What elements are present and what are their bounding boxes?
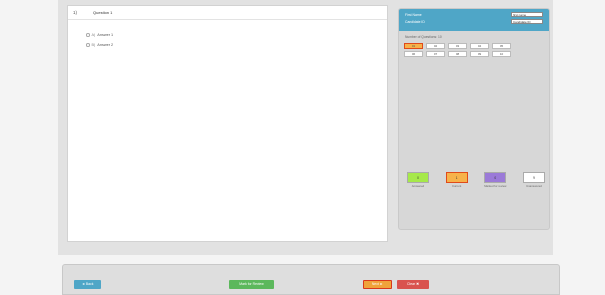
radio-icon[interactable] <box>86 33 90 37</box>
clear-button[interactable]: Clear ✖ <box>397 280 429 289</box>
question-button-02[interactable]: 02 <box>426 43 445 49</box>
question-button-04[interactable]: 04 <box>470 43 489 49</box>
candidate-id-value: Candidate ID <box>511 19 543 24</box>
mark-for-review-button[interactable]: Mark for Review <box>229 280 274 289</box>
question-number: 1) <box>73 10 78 15</box>
answer-option-b[interactable]: B) Answer 2 <box>86 40 387 50</box>
first-name-label: First Name <box>405 12 422 17</box>
radio-icon[interactable] <box>86 43 90 47</box>
option-label: Answer 1 <box>97 33 114 37</box>
unanswered-count: 9 <box>522 172 545 183</box>
question-grid: 01 02 03 04 05 06 07 08 09 10 <box>399 39 549 57</box>
legend-label: Marked for review <box>484 184 507 188</box>
option-letter: B) <box>91 43 96 47</box>
question-button-07[interactable]: 07 <box>426 51 445 57</box>
answer-options: A) Answer 1 B) Answer 2 <box>68 20 387 50</box>
legend-label: Current <box>451 184 462 188</box>
question-button-01[interactable]: 01 <box>404 43 423 49</box>
option-letter: A) <box>91 33 96 37</box>
first-name-value: first name <box>511 12 543 17</box>
candidate-info: First Name first name Candidate ID Candi… <box>399 9 549 31</box>
legend-current: 1 Current <box>444 172 470 188</box>
question-panel: 1) Question 1 A) Answer 1 B) Answer 2 <box>67 5 388 242</box>
question-count: Number of Questions: 10 <box>405 35 442 39</box>
legend-unanswered: 9 Unanswered <box>521 172 547 188</box>
question-header: 1) Question 1 <box>68 6 387 20</box>
back-button[interactable]: ◄ Back <box>74 280 101 289</box>
question-button-09[interactable]: 09 <box>470 51 489 57</box>
candidate-id-label: Candidate ID <box>405 19 425 24</box>
question-button-10[interactable]: 10 <box>492 51 511 57</box>
action-bar: ◄ Back Mark for Review Next ► Clear ✖ <box>62 264 560 295</box>
answer-option-a[interactable]: A) Answer 1 <box>86 30 387 40</box>
legend-review: 0 Marked for review <box>482 172 508 188</box>
legend-answered: 0 Answered <box>405 172 431 188</box>
answered-count: 0 <box>407 172 429 183</box>
legend-label: Unanswered <box>526 184 542 188</box>
question-navigator: First Name first name Candidate ID Candi… <box>398 8 550 230</box>
question-button-05[interactable]: 05 <box>492 43 511 49</box>
option-label: Answer 2 <box>97 43 114 47</box>
question-button-08[interactable]: 08 <box>448 51 467 57</box>
status-legend: 0 Answered 1 Current 0 Marked for review… <box>403 172 549 188</box>
question-button-06[interactable]: 06 <box>404 51 423 57</box>
first-name-row: First Name first name <box>405 12 543 17</box>
question-text: Question 1 <box>93 10 113 15</box>
legend-label: Answered <box>411 184 425 188</box>
question-button-03[interactable]: 03 <box>448 43 467 49</box>
current-count: 1 <box>445 172 468 183</box>
exam-area: 1) Question 1 A) Answer 1 B) Answer 2 Fi… <box>58 0 553 255</box>
candidate-id-row: Candidate ID Candidate ID <box>405 19 543 24</box>
next-button[interactable]: Next ► <box>363 280 392 289</box>
review-count: 0 <box>484 172 507 183</box>
